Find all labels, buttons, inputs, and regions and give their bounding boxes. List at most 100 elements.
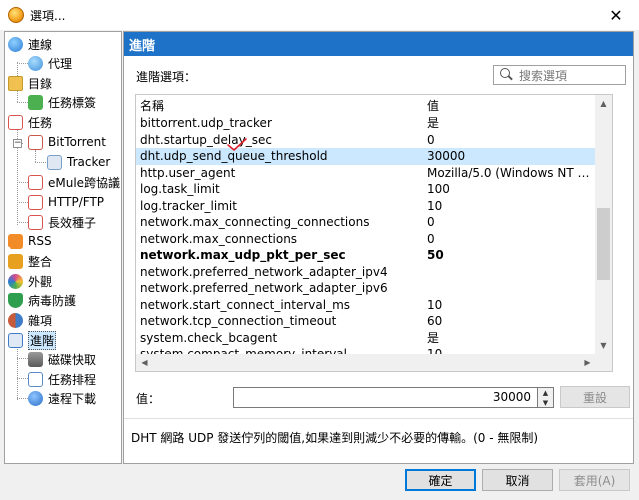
list-row[interactable]: network.max_connections 0 xyxy=(136,231,609,248)
option-name: dht.startup_delay_sec xyxy=(140,132,272,147)
app-icon xyxy=(8,7,24,23)
option-name: bittorrent.udp_tracker xyxy=(140,116,272,130)
emule-icon xyxy=(28,174,43,190)
tree-item-tasks[interactable]: 任務 xyxy=(8,113,52,131)
panel-header: 進階 xyxy=(124,32,633,56)
option-value: 是 xyxy=(427,330,440,345)
tree-connector xyxy=(17,182,28,183)
list-row[interactable]: bittorrent.udp_tracker 是 xyxy=(136,115,609,132)
value-input[interactable]: 30000 xyxy=(233,387,538,408)
tree-item-task-tags[interactable]: 任務標簽 xyxy=(28,93,96,111)
list-row[interactable]: dht.startup_delay_sec 0 xyxy=(136,132,609,149)
scroll-down-arrow-icon[interactable]: ▼ xyxy=(595,337,612,354)
scroll-right-arrow-icon[interactable]: ▶ xyxy=(579,354,596,371)
cancel-button[interactable]: 取消 xyxy=(482,469,553,491)
tracker-icon xyxy=(47,154,62,170)
option-value: 10 xyxy=(427,297,443,312)
column-header-value[interactable]: 值 xyxy=(427,97,597,114)
scroll-up-arrow-icon[interactable]: ▲ xyxy=(595,95,612,112)
option-name: dht.udp_send_queue_threshold xyxy=(140,149,328,163)
tree-item-integration[interactable]: 整合 xyxy=(8,252,52,270)
option-value: 30000 xyxy=(427,149,466,163)
spin-down-icon[interactable]: ▼ xyxy=(538,398,553,408)
list-row[interactable]: system.check_bcagent 是 xyxy=(136,330,609,347)
list-row[interactable]: dht.udp_send_queue_threshold 30000 xyxy=(136,148,609,165)
tree-item-connection[interactable]: 連線 xyxy=(8,35,52,53)
search-placeholder: 搜索選項 xyxy=(519,68,568,83)
options-list[interactable]: 名稱 值 bittorrent.udp_tracker 是 dht.startup_… xyxy=(135,94,613,372)
option-value: 60 xyxy=(427,314,443,328)
option-value: 10 xyxy=(427,198,443,213)
option-name: network.max_udp_pkt_per_sec xyxy=(140,248,346,262)
search-input[interactable]: 搜索選項 xyxy=(493,65,626,85)
tree-item-appearance[interactable]: 外觀 xyxy=(8,272,52,290)
tree-connector xyxy=(17,222,28,223)
list-row[interactable]: network.tcp_connection_timeout 60 xyxy=(136,313,609,330)
option-value: 0 xyxy=(427,231,435,246)
tree-item-rss[interactable]: RSS xyxy=(8,232,52,250)
option-name: log.tracker_limit xyxy=(140,198,237,213)
option-name: network.start_connect_interval_ms xyxy=(140,297,351,312)
close-button[interactable]: ✕ xyxy=(593,0,639,30)
scroll-thumb[interactable] xyxy=(597,208,610,280)
list-row[interactable]: log.task_limit 100 xyxy=(136,181,609,198)
shield-icon xyxy=(8,292,23,308)
tree-item-emule[interactable]: eMule跨協議 xyxy=(28,173,120,191)
window-title: 選項... xyxy=(30,8,66,23)
apply-button[interactable]: 套用(A) xyxy=(559,469,630,491)
remote-download-icon xyxy=(28,390,43,406)
tree-item-disk-cache[interactable]: 磁碟快取 xyxy=(28,350,96,368)
tree-connector xyxy=(17,378,28,379)
tree-connector xyxy=(35,150,36,162)
tree-item-task-schedule[interactable]: 任務排程 xyxy=(28,370,96,388)
value-spinner[interactable]: ▲ ▼ xyxy=(538,387,554,408)
list-row[interactable]: network.preferred_network_adapter_ipv6 xyxy=(136,280,609,297)
appearance-icon xyxy=(8,273,23,289)
option-value: Mozilla/5.0 (Windows NT 10.0; ... xyxy=(427,165,597,180)
vertical-scrollbar[interactable]: ▲ ▼ xyxy=(595,95,612,371)
list-row[interactable]: network.max_connecting_connections 0 xyxy=(136,214,609,231)
tree-connector xyxy=(17,344,18,400)
column-header-name[interactable]: 名稱 xyxy=(140,97,424,114)
folder-icon xyxy=(8,75,23,91)
option-name: system.check_bcagent xyxy=(140,330,278,345)
ok-button[interactable]: 確定 xyxy=(405,469,476,491)
tree-item-http-ftp[interactable]: HTTP/FTP xyxy=(28,193,104,211)
list-header: 名稱 值 xyxy=(136,95,600,115)
option-name: network.preferred_network_adapter_ipv6 xyxy=(140,281,388,295)
reset-button[interactable]: 重設 xyxy=(560,386,630,408)
proxy-icon xyxy=(28,55,43,71)
tree-item-bittorrent[interactable]: BitTorrent xyxy=(28,133,106,151)
list-row[interactable]: network.start_connect_interval_ms 10 xyxy=(136,297,609,314)
http-icon xyxy=(28,194,43,210)
option-description: DHT 網路 UDP 發送佇列的閾值,如果達到則減少不必要的傳輸。(0 - 無限… xyxy=(124,418,633,463)
globe-icon xyxy=(8,36,23,52)
option-name: http.user_agent xyxy=(140,165,236,180)
section-label: 進階選項： xyxy=(136,70,197,84)
list-row[interactable]: network.preferred_network_adapter_ipv4 xyxy=(136,264,609,281)
rss-icon xyxy=(8,233,23,249)
tree-item-advanced[interactable]: 進階 xyxy=(8,330,57,350)
tree-connector xyxy=(17,202,28,203)
spin-up-icon[interactable]: ▲ xyxy=(538,388,553,398)
option-name: network.tcp_connection_timeout xyxy=(140,314,337,328)
options-tree[interactable]: − 連線 代理 目錄 任務標簽 任務 BitTorrent Tracker eM… xyxy=(4,31,122,464)
tree-item-directory[interactable]: 目錄 xyxy=(8,74,52,92)
scroll-left-arrow-icon[interactable]: ◀ xyxy=(136,354,153,371)
tree-item-proxy[interactable]: 代理 xyxy=(28,54,72,72)
option-name: log.task_limit xyxy=(140,182,220,196)
tree-item-antivirus[interactable]: 病毒防護 xyxy=(8,291,76,309)
tree-connector xyxy=(17,398,28,399)
tree-item-remote-download[interactable]: 遠程下載 xyxy=(28,389,96,407)
list-row[interactable]: log.tracker_limit 10 xyxy=(136,198,609,215)
collapse-toggle[interactable]: − xyxy=(13,139,22,148)
list-row[interactable]: network.max_udp_pkt_per_sec 50 xyxy=(136,247,609,264)
horizontal-scrollbar[interactable]: ◀ ▶ xyxy=(136,354,596,371)
tree-item-misc[interactable]: 雜項 xyxy=(8,311,52,329)
disk-cache-icon xyxy=(28,351,43,367)
task-icon xyxy=(8,114,23,130)
list-row[interactable]: http.user_agent Mozilla/5.0 (Windows NT 1… xyxy=(136,165,609,182)
tree-item-tracker[interactable]: Tracker xyxy=(47,153,110,171)
tree-item-long-seed[interactable]: 長效種子 xyxy=(28,213,96,231)
seed-icon xyxy=(28,214,43,230)
